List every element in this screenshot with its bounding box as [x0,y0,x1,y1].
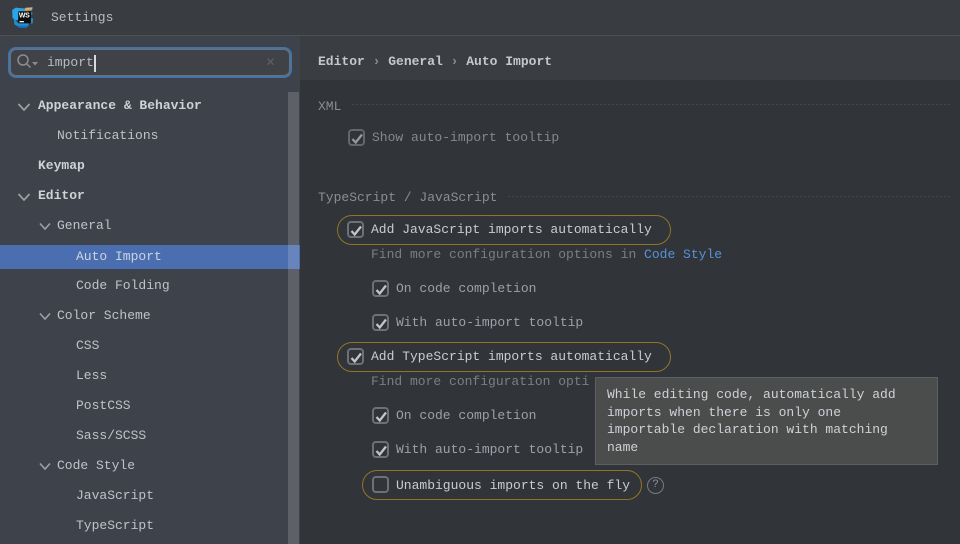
svg-text:WS: WS [19,12,30,19]
